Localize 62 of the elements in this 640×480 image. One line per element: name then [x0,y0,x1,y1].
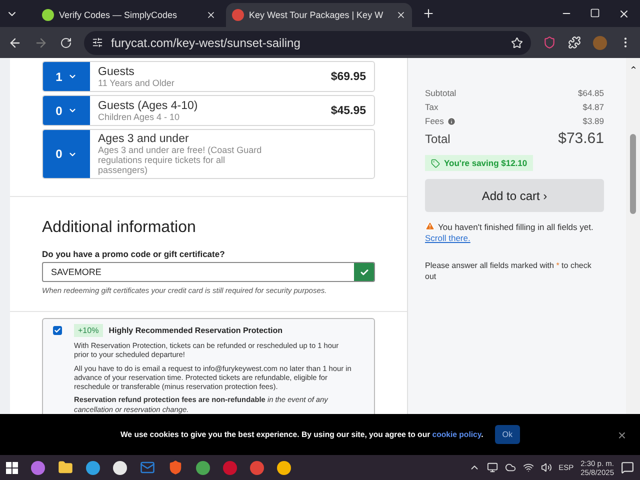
close-icon[interactable] [206,10,216,20]
summary-value: $4.87 [582,102,604,112]
ticket-description: Children Ages 4 - 10 [98,112,181,122]
quantity-select[interactable]: 0 [43,96,90,125]
quantity-select[interactable]: 0 [43,130,90,178]
restore-icon[interactable] [590,8,600,18]
summary-label: Fees [425,116,456,126]
cloud-icon[interactable] [504,462,516,473]
required-note: Please answer all fields marked with * to check out [425,260,592,282]
volume-icon[interactable] [540,462,552,473]
browser-tab[interactable]: Key West Tour Packages | Key W [226,3,412,27]
promo-code-field[interactable]: SAVEMORE [42,262,375,282]
ticket-description: 11 Years and Older [98,78,176,88]
forward-icon[interactable] [34,36,48,50]
ticket-name: Guests (Ages 4-10) [98,100,199,112]
summary-value: $3.89 [582,116,604,126]
reload-icon[interactable] [60,36,72,48]
favicon-icon [42,9,54,21]
extensions-icon[interactable] [568,36,581,49]
back-icon[interactable] [8,36,22,50]
address-bar[interactable]: furycat.com/key-west/sunset-sailing [84,30,531,54]
total-value: $73.61 [558,130,604,147]
notifications-icon[interactable] [621,461,634,474]
new-tab-icon[interactable] [422,7,435,20]
field-label: Do you have a promo code or gift certificate? [42,249,226,259]
quantity-select[interactable]: 1 [43,62,90,91]
mail-icon[interactable] [140,460,155,475]
summary-value: $64.85 [578,88,604,98]
ticket-price: $45.95 [330,104,367,116]
ticket-name: Ages 3 and under [98,133,190,145]
favicon-icon [232,9,244,21]
browser-tab[interactable]: Verify Codes — SimplyCodes [36,3,222,27]
info-icon[interactable] [446,116,456,126]
summary-label: Tax [425,102,438,112]
caret-icon [68,106,78,115]
site-settings-icon[interactable] [92,37,103,48]
protection-checkbox[interactable] [53,326,62,335]
protection-title: Highly Recommended Reservation Protection [108,326,283,335]
scroll-link[interactable]: Scroll there. [425,233,470,244]
ticket-description: Ages 3 and under are free! (Coast Guard regulations require tickets for all passengers) [98,145,263,175]
section-heading: Additional information [42,219,197,237]
bookmark-star-icon[interactable] [511,36,523,48]
scrollbar-thumb[interactable] [630,134,636,214]
ticket-name: Guests [98,66,136,78]
add-to-cart-button[interactable]: Add to cart › [425,179,604,212]
shield-icon[interactable] [543,36,556,49]
scroll-up-icon[interactable] [630,64,636,71]
total-label: Total [425,132,450,146]
caret-icon [68,72,78,81]
close-icon[interactable] [618,8,630,20]
folder-icon[interactable] [58,460,73,475]
summary-label: Subtotal [425,88,456,98]
close-button[interactable]: × [612,426,632,444]
start-icon[interactable] [6,462,18,474]
ticket-price: $69.95 [330,70,367,82]
percent-badge: +10% [74,324,103,337]
warning-icon [425,221,435,231]
network-icon[interactable] [522,462,534,473]
saving-badge: You're saving $12.10 [425,155,534,171]
cookie-ok-button[interactable]: Ok [495,425,520,444]
close-icon[interactable] [396,10,406,20]
warning-text: You haven't finished filling in all fields yet. [438,222,594,232]
